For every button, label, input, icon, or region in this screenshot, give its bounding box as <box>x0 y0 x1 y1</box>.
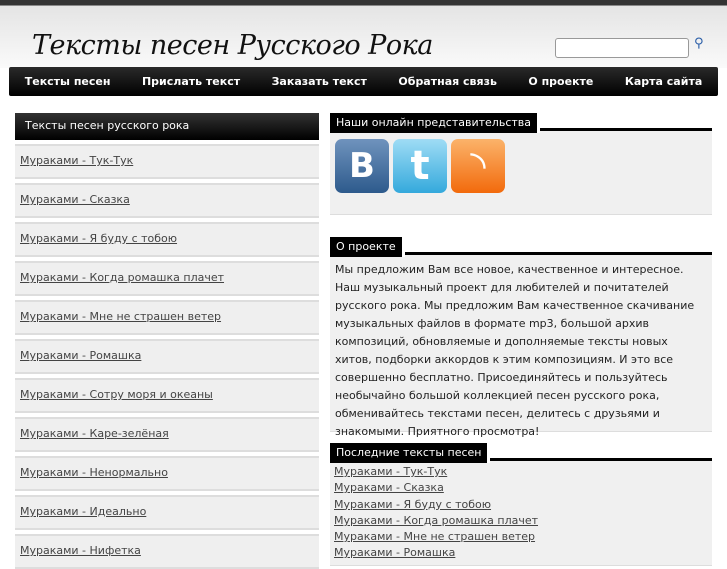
nav-lyrics[interactable]: Тексты песен <box>25 75 111 88</box>
recent-item: Мураками - Тук-Тук <box>334 464 708 480</box>
search-input[interactable] <box>555 38 689 58</box>
song-link[interactable]: Мураками - Каре-зелёная <box>20 427 169 440</box>
list-item: Мураками - Мне не страшен ветер <box>15 300 319 335</box>
list-item: Мураками - Сотру моря и океаны <box>15 378 319 413</box>
list-item: Мураками - Тук-Тук <box>15 144 319 179</box>
search-icon[interactable]: ⚲ <box>694 36 704 51</box>
song-link[interactable]: Мураками - Сотру моря и океаны <box>20 388 213 401</box>
recent-song-link[interactable]: Мураками - Тук-Тук <box>334 465 447 478</box>
song-link[interactable]: Мураками - Когда ромашка плачет <box>20 271 224 284</box>
sidebar: Наши онлайн представительства B t ◝ О пр… <box>330 111 712 566</box>
twitter-icon[interactable]: t <box>393 139 447 193</box>
recent-song-link[interactable]: Мураками - Я буду с тобою <box>334 498 491 511</box>
vk-icon[interactable]: B <box>335 139 389 193</box>
song-link[interactable]: Мураками - Я буду с тобою <box>20 232 177 245</box>
recent-song-link[interactable]: Мураками - Мне не страшен ветер <box>334 530 535 543</box>
site-logo[interactable]: Тексты песен Русского Рока <box>32 30 433 61</box>
recent-header: Последние тексты песен <box>330 441 712 463</box>
recent-song-link[interactable]: Мураками - Сказка <box>334 481 444 494</box>
recent-item: Мураками - Ромашка <box>334 545 708 561</box>
rss-icon[interactable]: ◝ <box>451 139 505 193</box>
song-link[interactable]: Мураками - Идеально <box>20 505 146 518</box>
list-item: Мураками - Нифетка <box>15 534 319 569</box>
recent-item: Мураками - Сказка <box>334 480 708 496</box>
list-item: Мураками - Ненормально <box>15 456 319 491</box>
recent-item: Мураками - Когда ромашка плачет <box>334 513 708 529</box>
recent-item: Мураками - Я буду с тобою <box>334 497 708 513</box>
main-nav: Тексты песен Прислать текст Заказать тек… <box>9 67 718 96</box>
list-item: Мураками - Каре-зелёная <box>15 417 319 452</box>
nav-feedback[interactable]: Обратная связь <box>398 75 497 88</box>
social-header: Наши онлайн представительства <box>330 111 712 133</box>
recent-list: Мураками - Тук-Тук Мураками - Сказка Мурак… <box>330 461 712 566</box>
nav-send-text[interactable]: Прислать текст <box>142 75 240 88</box>
list-item: Мураками - Когда ромашка плачет <box>15 261 319 296</box>
lyrics-list: Тексты песен русского рока Мураками - Ту… <box>15 113 319 569</box>
song-link[interactable]: Мураками - Ненормально <box>20 466 168 479</box>
social-title: Наши онлайн представительства <box>330 113 540 133</box>
song-link[interactable]: Мураками - Мне не страшен ветер <box>20 310 221 323</box>
recent-item: Мураками - Мне не страшен ветер <box>334 529 708 545</box>
nav-sitemap[interactable]: Карта сайта <box>625 75 702 88</box>
lyrics-list-title: Тексты песен русского рока <box>15 113 319 140</box>
song-link[interactable]: Мураками - Тук-Тук <box>20 154 133 167</box>
about-text: Мы предложим Вам все новое, качественное… <box>330 255 712 438</box>
list-item: Мураками - Я буду с тобою <box>15 222 319 257</box>
recent-song-link[interactable]: Мураками - Когда ромашка плачет <box>334 514 538 527</box>
nav-order-text[interactable]: Заказать текст <box>272 75 367 88</box>
social-links: B t ◝ <box>330 131 712 215</box>
about-header: О проекте <box>330 235 712 257</box>
song-link[interactable]: Мураками - Сказка <box>20 193 130 206</box>
list-item: Мураками - Идеально <box>15 495 319 530</box>
list-item: Мураками - Ромашка <box>15 339 319 374</box>
about-title: О проекте <box>330 237 405 257</box>
recent-song-link[interactable]: Мураками - Ромашка <box>334 546 455 559</box>
song-link[interactable]: Мураками - Нифетка <box>20 544 141 557</box>
recent-title: Последние тексты песен <box>330 443 491 463</box>
song-link[interactable]: Мураками - Ромашка <box>20 349 141 362</box>
nav-about[interactable]: О проекте <box>528 75 593 88</box>
list-item: Мураками - Сказка <box>15 183 319 218</box>
